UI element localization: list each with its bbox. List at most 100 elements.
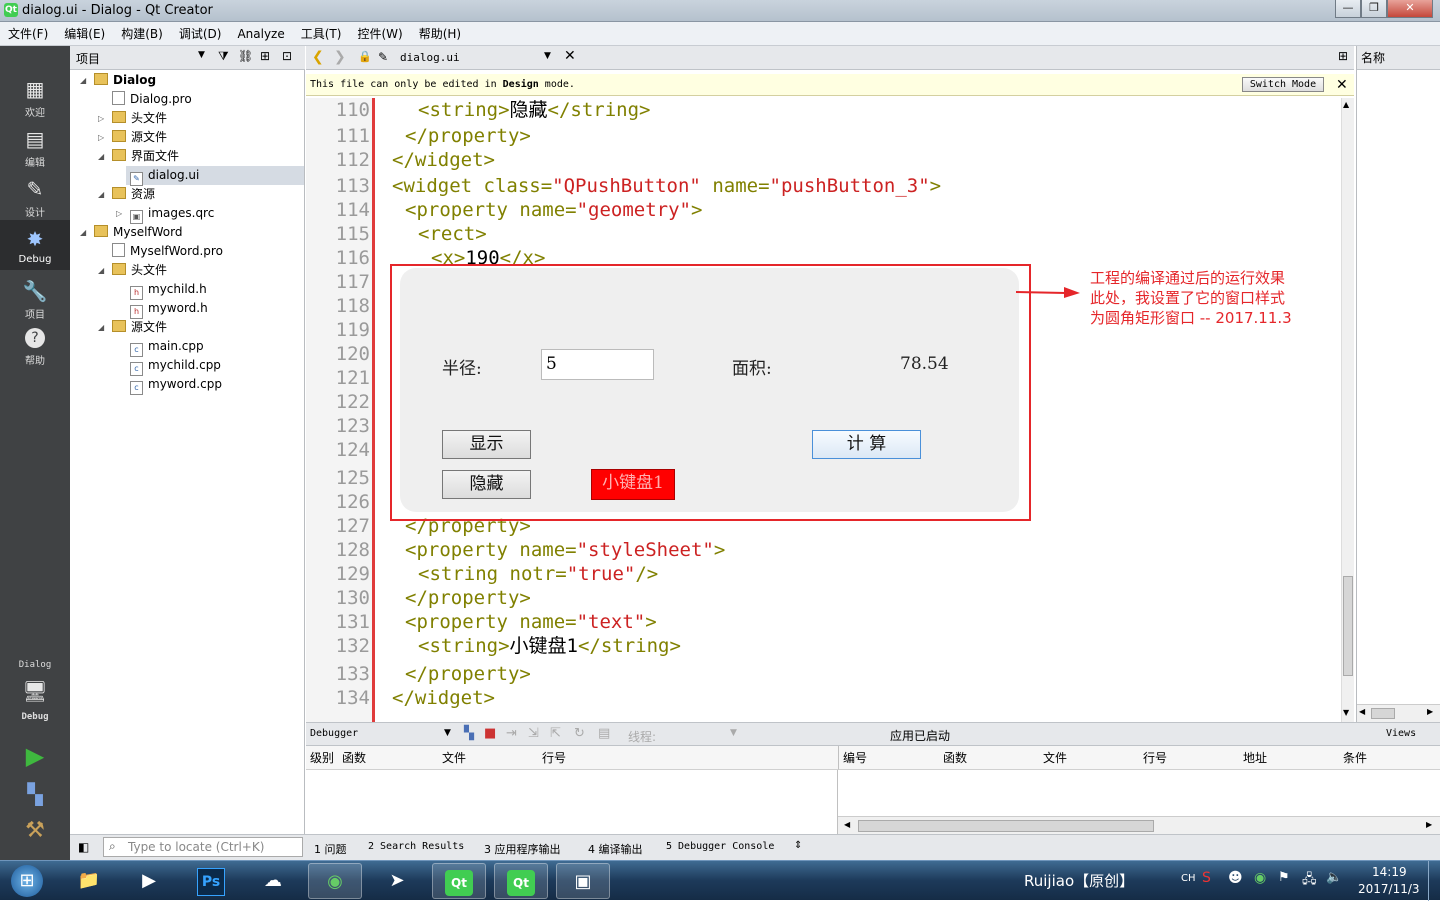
tree-item[interactable]: h mychild.h (130, 280, 207, 300)
scroll-down-icon[interactable]: ▼ (1343, 708, 1349, 717)
clock-date[interactable]: 2017/11/3 (1358, 882, 1420, 896)
restart-icon[interactable]: ↻ (574, 726, 585, 741)
close-info-icon[interactable]: ✕ (1336, 74, 1348, 96)
stepping-mode-icon[interactable]: ▤ (598, 726, 610, 741)
column-header[interactable]: 函数 (943, 746, 967, 770)
taskbar-dialog-app[interactable]: ▣ (556, 863, 610, 899)
scroll-right-icon[interactable]: ▶ (1426, 820, 1432, 829)
taskbar-baidu[interactable]: ☁ (246, 863, 300, 899)
tray-icon[interactable]: ◉ (1254, 870, 1266, 886)
close-document-icon[interactable]: ✕ (564, 48, 576, 64)
taskbar-browser[interactable]: ◉ (308, 863, 362, 899)
qq-icon[interactable]: ☻ (1228, 870, 1243, 886)
scroll-left-icon[interactable]: ◀ (1359, 707, 1365, 716)
column-header[interactable]: 地址 (1243, 746, 1267, 770)
scroll-thumb[interactable] (858, 820, 1154, 832)
target-selector[interactable]: 🖥 (0, 678, 70, 706)
pane-issues[interactable]: 1 问题 (314, 841, 347, 857)
maximize-button[interactable]: ❐ (1361, 0, 1387, 18)
input-language[interactable]: CH (1181, 873, 1196, 884)
breakpoint-view[interactable]: ◀ ▶ (838, 770, 1440, 834)
menu-tools[interactable]: 工具(T) (293, 22, 350, 46)
back-icon[interactable]: ❮ (312, 49, 324, 65)
scroll-thumb[interactable] (1343, 576, 1353, 676)
build-button[interactable]: ⚒ (0, 818, 70, 843)
sogou-icon[interactable]: S (1202, 870, 1211, 886)
switch-mode-button[interactable]: Switch Mode (1242, 77, 1324, 92)
tree-item[interactable]: ◢ 资源 (98, 185, 155, 204)
flag-icon[interactable]: ⚑ (1278, 870, 1290, 885)
menu-analyze[interactable]: Analyze (229, 22, 292, 46)
file-combo-arrow-icon[interactable]: ▼ (544, 51, 551, 61)
minimize-button[interactable]: — (1335, 0, 1361, 18)
taskbar-qtassistant[interactable]: Qt (494, 863, 548, 899)
breakpoint-hscrollbar[interactable]: ◀ ▶ (838, 816, 1440, 834)
column-header[interactable]: 行号 (1143, 746, 1167, 770)
step-out-icon[interactable]: ⇱ (550, 726, 561, 741)
taskbar-qtcreator[interactable]: Qt (432, 863, 486, 899)
clock-time[interactable]: 14:19 (1372, 865, 1407, 879)
editor-vertical-scrollbar[interactable]: ▲ ▼ (1341, 98, 1354, 722)
tree-item[interactable]: ▷ ▣ images.qrc (116, 204, 214, 224)
scroll-right-icon[interactable]: ▶ (1427, 707, 1433, 716)
mode-debug[interactable]: ✸ Debug (0, 220, 70, 270)
tree-item[interactable]: c main.cpp (130, 337, 204, 357)
column-header[interactable]: 文件 (442, 746, 466, 770)
column-header[interactable]: 编号 (843, 746, 867, 770)
views-button[interactable]: Views (1386, 728, 1416, 739)
more-panes-icon[interactable]: ⇕ (794, 840, 802, 851)
tree-item[interactable]: ◢ 源文件 (98, 318, 167, 337)
menu-build[interactable]: 构建(B) (113, 22, 171, 46)
debugger-combo[interactable]: Debugger (310, 728, 358, 739)
pane-debugger-console[interactable]: 5 Debugger Console (666, 841, 774, 852)
run-button[interactable]: ▶ (0, 742, 70, 770)
show-desktop-button[interactable] (1428, 861, 1440, 901)
tree-item[interactable]: h myword.h (130, 299, 208, 319)
right-panel-hscrollbar[interactable]: ◀ ▶ (1357, 704, 1440, 722)
pane-app-output[interactable]: 3 应用程序输出 (484, 841, 561, 857)
column-header[interactable]: 级别 (310, 746, 334, 770)
taskbar-thunder[interactable]: ➤ (370, 863, 424, 899)
stop-icon[interactable]: ■ (484, 726, 496, 741)
split-editor-icon[interactable]: ⊞ (1338, 49, 1348, 63)
filter-icon[interactable]: ⧩ (218, 49, 229, 64)
pane-compile-output[interactable]: 4 编译输出 (588, 841, 643, 857)
toggle-sidebar-icon[interactable]: ◧ (78, 840, 89, 854)
close-pane-icon[interactable]: ⊡ (282, 49, 292, 63)
mode-projects[interactable]: 🔧 项目 (0, 278, 70, 321)
tree-item[interactable]: ▷ 源文件 (98, 128, 167, 147)
tree-item[interactable]: ◢ MyselfWord (80, 223, 183, 242)
view-combo-arrow-icon[interactable]: ▼ (198, 50, 205, 60)
step-into-icon[interactable]: ⇲ (528, 726, 539, 741)
scroll-thumb[interactable] (1371, 708, 1395, 719)
menu-help[interactable]: 帮助(H) (411, 22, 469, 46)
menu-debug[interactable]: 调试(D) (171, 22, 230, 46)
mode-help[interactable]: ? 帮助 (0, 328, 70, 367)
column-header[interactable]: 函数 (342, 746, 366, 770)
volume-icon[interactable]: 🔈 (1326, 870, 1342, 885)
locator-input[interactable]: Type to locate (Ctrl+K) (103, 837, 303, 857)
close-button[interactable]: ✕ (1387, 0, 1433, 18)
tree-item[interactable]: ◢ 头文件 (98, 261, 167, 280)
forward-icon[interactable]: ❯ (334, 49, 346, 65)
tree-item[interactable]: ▷ 头文件 (98, 109, 167, 128)
taskbar-photoshop[interactable]: Ps (184, 863, 238, 899)
mode-welcome[interactable]: ▦ 欢迎 (0, 76, 70, 119)
mode-edit[interactable]: ▤ 编辑 (0, 126, 70, 169)
tree-item[interactable]: ◢ Dialog (80, 71, 156, 90)
taskbar-explorer[interactable]: 📁 (62, 863, 116, 899)
debug-run-button[interactable]: ▚ (0, 782, 70, 806)
stack-view[interactable] (306, 770, 838, 834)
split-icon[interactable]: ⊞ (260, 49, 270, 63)
tree-item[interactable]: c mychild.cpp (130, 356, 221, 376)
network-icon[interactable]: 🖧 (1302, 870, 1317, 892)
menu-file[interactable]: 文件(F) (0, 22, 56, 46)
step-over-icon[interactable]: ⇥ (506, 726, 517, 741)
editor-file-tab[interactable]: dialog.ui (400, 51, 460, 64)
tree-item-selected[interactable]: ✎ dialog.ui (126, 166, 304, 186)
continue-icon[interactable]: ▚ (464, 726, 474, 741)
taskbar-media-player[interactable]: ▶ (122, 863, 176, 899)
combo-arrow-icon[interactable]: ▼ (444, 728, 451, 738)
tree-item[interactable]: ◢ 界面文件 (98, 147, 179, 166)
menu-edit[interactable]: 编辑(E) (56, 22, 113, 46)
